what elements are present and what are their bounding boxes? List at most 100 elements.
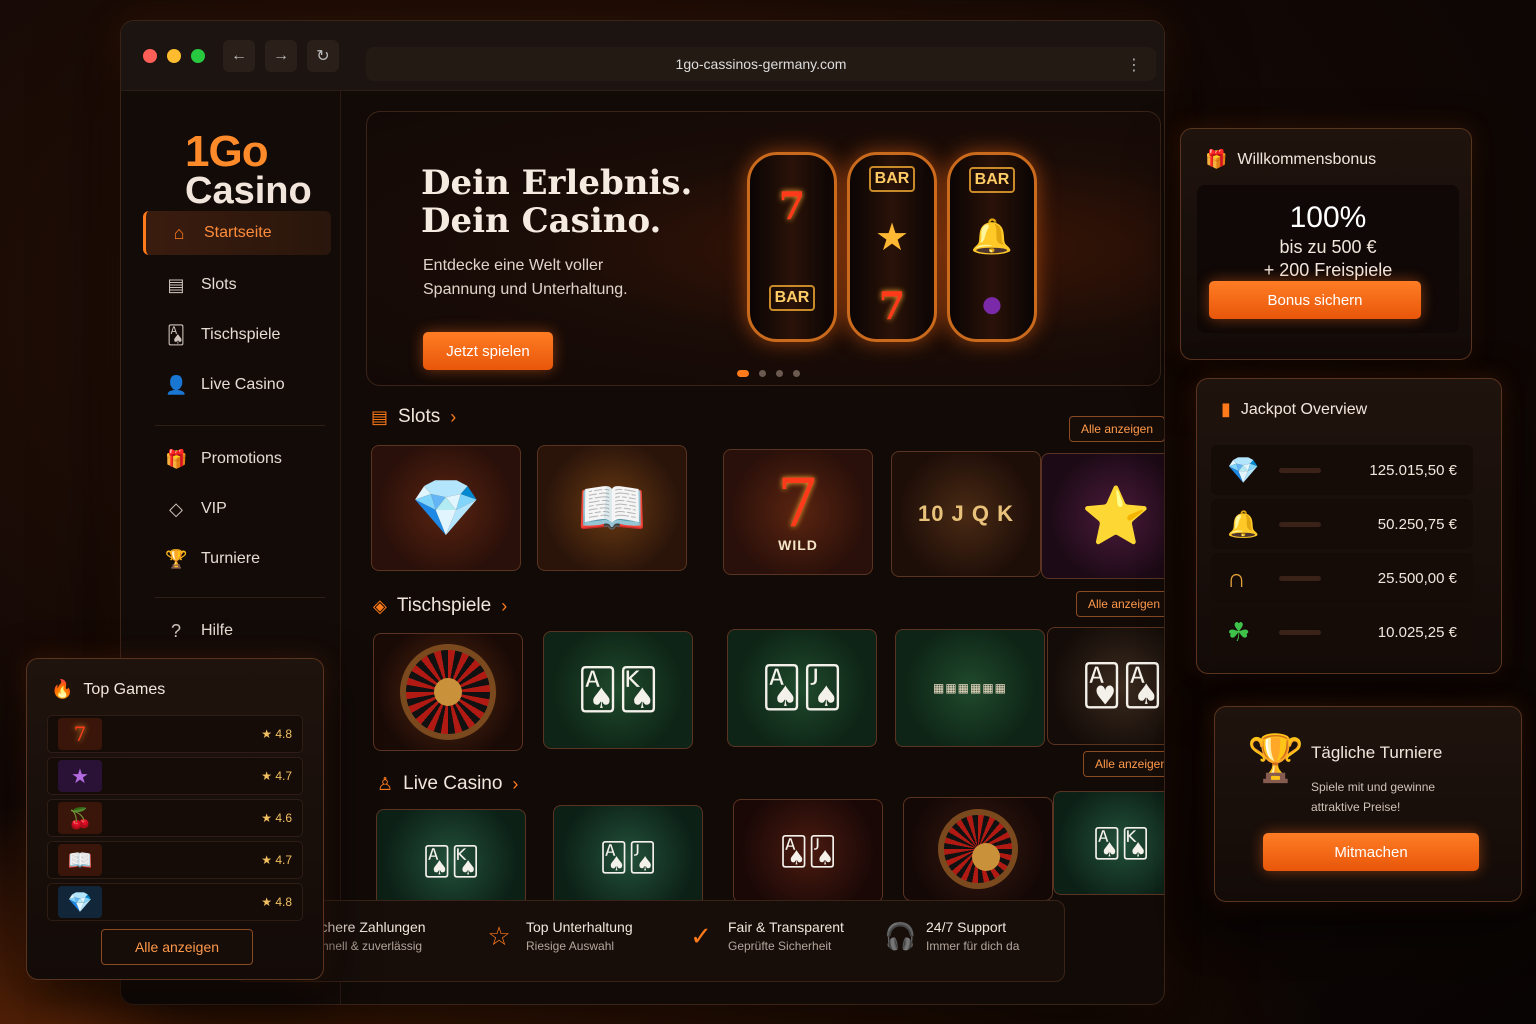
top-games-view-all-button[interactable]: Alle anzeigen: [101, 929, 253, 965]
forward-arrow-icon[interactable]: →: [265, 39, 297, 72]
carousel-dot[interactable]: [759, 370, 766, 377]
hero-title-line1: Dein Erlebnis.: [421, 163, 693, 203]
game-tile-roulette[interactable]: [373, 633, 523, 751]
carousel-dot[interactable]: [737, 370, 749, 377]
url-text: 1go-cassinos-germany.com: [675, 56, 847, 72]
game-tile-live-blackjack[interactable]: 🂡🂮: [376, 809, 526, 913]
tournaments-subtitle: Spiele mit und gewinne attraktive Preise…: [1311, 780, 1436, 814]
game-tile-live-roulette[interactable]: [903, 797, 1053, 901]
game-tile-poker[interactable]: 🂡🂫: [727, 629, 877, 747]
carousel-dot[interactable]: [793, 370, 800, 377]
sidebar-item-turniere[interactable]: 🏆 Turniere: [143, 537, 331, 581]
jackpot-amount: 125.015,50 €: [1369, 461, 1457, 479]
carousel-dot[interactable]: [776, 370, 783, 377]
sidebar-item-promotions[interactable]: 🎁 Promotions: [143, 437, 331, 481]
game-rating: ★ 4.6: [261, 811, 292, 825]
reload-icon[interactable]: ↻: [307, 39, 339, 72]
jackpot-bar: [1279, 629, 1321, 635]
star-fruits-icon: ⭐: [1081, 484, 1151, 547]
game-tile-slot[interactable]: 💎: [371, 445, 521, 571]
sidebar-item-label: Slots: [201, 276, 237, 293]
sidebar-item-tischspiele[interactable]: 🂡 Tischspiele: [143, 313, 331, 357]
seven-icon: 7: [58, 718, 102, 750]
logo[interactable]: 1Go Casino: [185, 127, 312, 210]
person-icon: ♙: [377, 773, 394, 794]
top-game-row[interactable]: 💎 ★ 4.8: [47, 883, 303, 921]
close-window-button[interactable]: [143, 48, 157, 63]
reel-2: BAR ★ 7: [847, 152, 937, 342]
panel-title: Jackpot Overview: [1240, 400, 1368, 418]
browser-menu-icon[interactable]: ⋮: [1126, 55, 1142, 75]
chevron-right-icon: ›: [501, 595, 508, 616]
sidebar-item-vip[interactable]: ◇ VIP: [143, 487, 331, 531]
join-tournament-button[interactable]: Mitmachen: [1263, 833, 1479, 871]
jackpot-bar: [1279, 467, 1321, 473]
bonus-percent: 100%: [1289, 201, 1367, 234]
tournaments-panel: 🏆 Tägliche Turniere Spiele mit und gewin…: [1214, 706, 1522, 902]
roulette-wheel-icon: [938, 809, 1018, 889]
slots-view-all-button[interactable]: Alle anzeigen: [1069, 416, 1164, 442]
hero-title-line2: Dein Casino.: [421, 201, 662, 241]
game-tile-live-baccarat[interactable]: 🂡🂫: [553, 805, 703, 909]
top-game-row[interactable]: 📖 ★ 4.7: [47, 841, 303, 879]
horseshoe-icon: ∩: [1227, 562, 1246, 593]
url-bar[interactable]: 1go-cassinos-germany.com ⋮: [366, 47, 1156, 81]
section-table-header[interactable]: ◈ Tischspiele ›: [373, 595, 507, 617]
sidebar-item-label: Promotions: [201, 450, 282, 467]
sidebar-item-label: Hilfe: [201, 622, 234, 639]
sidebar-item-slots[interactable]: ▤ Slots: [143, 263, 331, 307]
playing-cards-icon: 🂡🂮: [577, 668, 659, 712]
rating-value: 4.8: [275, 727, 292, 741]
feature-title: Top Unterhaltung: [526, 919, 633, 935]
game-tile-live-player-banker[interactable]: 🂡🂫: [733, 799, 883, 903]
playing-cards-icon: 🂱🂡: [1081, 664, 1163, 708]
game-tile-blackjack[interactable]: 🂡🂮: [543, 631, 693, 749]
bar-symbol: BAR: [868, 166, 916, 193]
maximize-window-button[interactable]: [191, 48, 205, 63]
sidebar-item-label: Startseite: [204, 224, 272, 241]
cards-icon: ◈: [373, 595, 387, 616]
playing-cards-icon: 🂡🂮: [1092, 827, 1150, 859]
bonus-amount: bis zu 500 €: [1279, 237, 1377, 257]
sidebar-item-startseite[interactable]: ⌂ Startseite: [143, 211, 331, 255]
top-game-row[interactable]: ★ ★ 4.7: [47, 757, 303, 795]
jackpot-row: ☘ 10.025,25 €: [1211, 607, 1473, 657]
logo-line1: 1Go: [185, 127, 269, 176]
play-now-button[interactable]: Jetzt spielen: [423, 332, 553, 370]
live-view-all-button[interactable]: Alle anzeigen: [1083, 751, 1164, 777]
slot-machine-icon: ▤: [371, 406, 389, 427]
claim-bonus-button[interactable]: Bonus sichern: [1209, 281, 1421, 319]
game-tile-slot[interactable]: 10 J Q K: [891, 451, 1041, 577]
rating-value: 4.7: [275, 769, 292, 783]
top-game-row[interactable]: 🍒 ★ 4.6: [47, 799, 303, 837]
bonus-spins: + 200 Freispiele: [1263, 260, 1393, 280]
seven-symbol: 7: [778, 183, 806, 229]
roulette-wheel-icon: [400, 644, 496, 740]
top-game-row[interactable]: 7 ★ 4.8: [47, 715, 303, 753]
section-slots-header[interactable]: ▤ Slots ›: [371, 406, 456, 428]
playing-cards-icon: 🂡🂫: [779, 835, 837, 867]
game-tile-slot[interactable]: 📖: [537, 445, 687, 571]
table-view-all-button[interactable]: Alle anzeigen: [1076, 591, 1164, 617]
minimize-window-button[interactable]: [167, 48, 181, 63]
game-rating: ★ 4.7: [261, 769, 292, 783]
game-tile-slot[interactable]: ⭐: [1041, 453, 1164, 579]
jackpot-bar: [1279, 521, 1321, 527]
top-games-panel: 🔥 Top Games 7 ★ 4.8 ★ ★ 4.7 🍒 ★ 4.6 📖 ★ …: [26, 658, 324, 980]
jackpot-row: 💎 125.015,50 €: [1211, 445, 1473, 495]
section-title: Tischspiele: [396, 595, 492, 616]
sidebar-item-live-casino[interactable]: 👤 Live Casino: [143, 363, 331, 407]
game-tile-live-table[interactable]: 🂡🂮: [1053, 791, 1164, 895]
check-circle-icon: ✓: [690, 920, 712, 951]
panel-title: Tägliche Turniere: [1311, 743, 1443, 762]
back-arrow-icon[interactable]: ←: [223, 39, 255, 72]
game-rating: ★ 4.8: [261, 727, 292, 741]
game-tile-roulette-table[interactable]: ▦▦▦▦▦▦: [895, 629, 1045, 747]
chevron-right-icon: ›: [450, 406, 457, 427]
sidebar-item-hilfe[interactable]: ? Hilfe: [143, 609, 331, 653]
section-live-header[interactable]: ♙ Live Casino ›: [377, 773, 518, 795]
game-rating: ★ 4.7: [261, 853, 292, 867]
game-tile-slot[interactable]: 7 WILD: [723, 449, 873, 575]
playing-cards-icon: 🂡🂫: [599, 841, 657, 873]
game-tile-cards-chips[interactable]: 🂱🂡: [1047, 627, 1164, 745]
